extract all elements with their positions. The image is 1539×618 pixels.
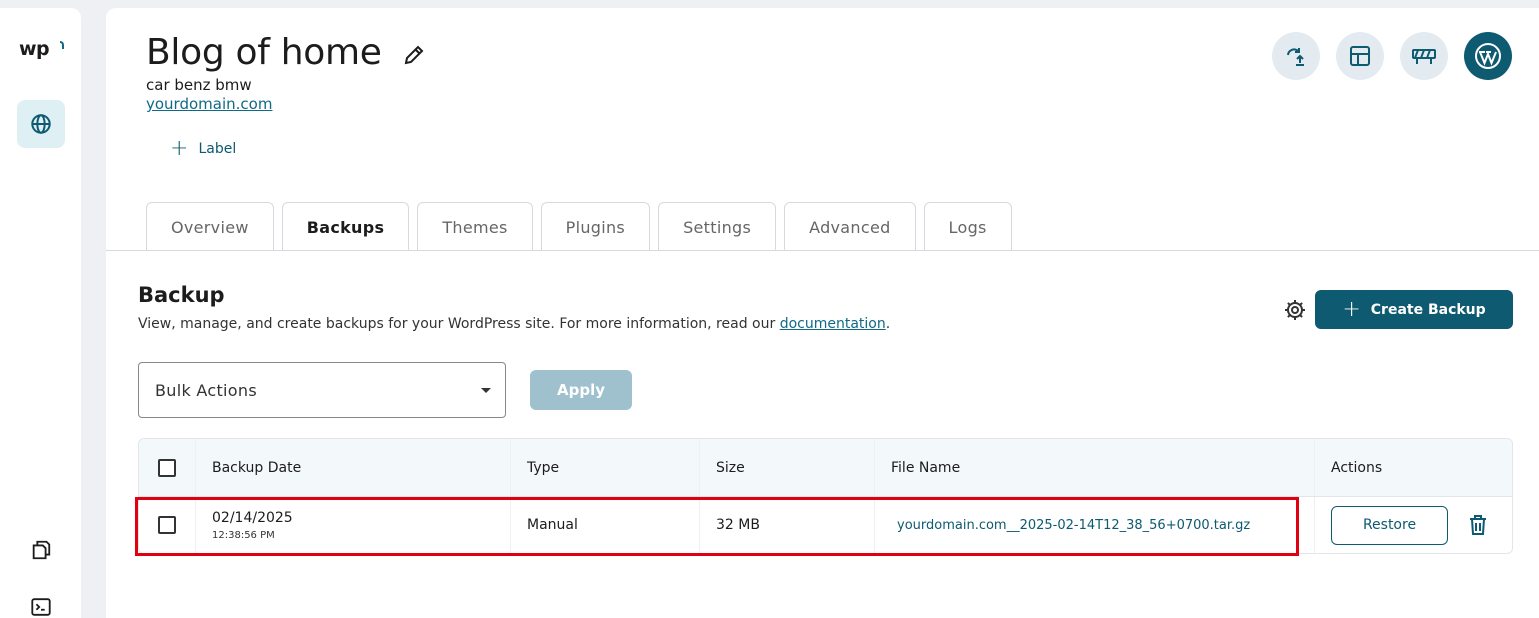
plus-icon: + — [170, 136, 189, 161]
layout-button[interactable] — [1336, 32, 1384, 80]
layout-icon — [1350, 46, 1370, 66]
tab-plugins[interactable]: Plugins — [540, 202, 651, 251]
col-type[interactable]: Type — [511, 439, 700, 496]
terminal-nav-button[interactable] — [28, 594, 54, 618]
copy-icon — [32, 540, 51, 560]
col-backup-date[interactable]: Backup Date — [196, 439, 511, 496]
select-all-cell — [139, 439, 196, 496]
migrate-button[interactable] — [1272, 32, 1320, 80]
description-suffix: . — [885, 316, 891, 332]
create-backup-label: Create Backup — [1370, 301, 1486, 318]
tabs-divider — [106, 250, 1539, 251]
left-rail: wp — [0, 8, 81, 618]
chevron-down-icon — [481, 388, 491, 393]
section-description: View, manage, and create backups for you… — [138, 316, 890, 332]
tab-overview[interactable]: Overview — [146, 202, 274, 251]
site-actions — [1272, 32, 1512, 80]
staging-button[interactable] — [1400, 32, 1448, 80]
wordpress-icon — [1475, 43, 1501, 69]
trash-icon[interactable] — [1468, 514, 1488, 536]
col-actions: Actions — [1331, 459, 1383, 476]
wordpress-admin-button[interactable] — [1464, 32, 1512, 80]
col-size[interactable]: Size — [700, 439, 875, 496]
apply-button[interactable]: Apply — [530, 370, 632, 410]
tab-logs[interactable]: Logs — [923, 202, 1012, 251]
plus-icon: + — [1342, 296, 1361, 322]
col-file-name[interactable]: File Name — [875, 439, 1315, 496]
wp-logo[interactable]: wp — [19, 38, 50, 60]
site-domain-link[interactable]: yourdomain.com — [146, 95, 272, 113]
sites-nav-button[interactable] — [17, 100, 65, 148]
terminal-icon — [31, 598, 51, 616]
site-tabs: Overview Backups Themes Plugins Settings… — [146, 202, 1012, 251]
row-highlight-box — [135, 497, 1299, 556]
tab-themes[interactable]: Themes — [417, 202, 533, 251]
table-header-row: Backup Date Type Size File Name Actions — [139, 439, 1512, 496]
tab-settings[interactable]: Settings — [658, 202, 777, 251]
barrier-icon — [1412, 49, 1436, 64]
copy-nav-button[interactable] — [28, 537, 54, 563]
pencil-icon[interactable] — [402, 43, 426, 67]
tab-backups[interactable]: Backups — [281, 202, 410, 251]
globe-icon — [31, 114, 51, 134]
add-label-text: Label — [198, 141, 237, 157]
select-all-checkbox[interactable] — [158, 458, 176, 477]
tab-advanced[interactable]: Advanced — [784, 202, 916, 251]
description-text: View, manage, and create backups for you… — [138, 316, 780, 332]
restore-button[interactable]: Restore — [1331, 505, 1448, 545]
site-description: car benz bmw — [146, 76, 252, 94]
bulk-actions-select[interactable]: Bulk Actions — [138, 362, 506, 418]
gear-icon[interactable] — [1283, 298, 1307, 322]
documentation-link[interactable]: documentation — [780, 316, 886, 332]
section-title: Backup — [138, 283, 225, 307]
bulk-actions-value: Bulk Actions — [155, 380, 257, 400]
add-label-button[interactable]: + Label — [170, 138, 236, 160]
site-title: Blog of home — [146, 32, 382, 73]
create-backup-button[interactable]: + Create Backup — [1315, 290, 1513, 329]
logo-signal-icon — [60, 41, 64, 49]
backup-actions-cell: Restore — [1315, 497, 1512, 553]
sync-upload-icon — [1287, 48, 1304, 66]
